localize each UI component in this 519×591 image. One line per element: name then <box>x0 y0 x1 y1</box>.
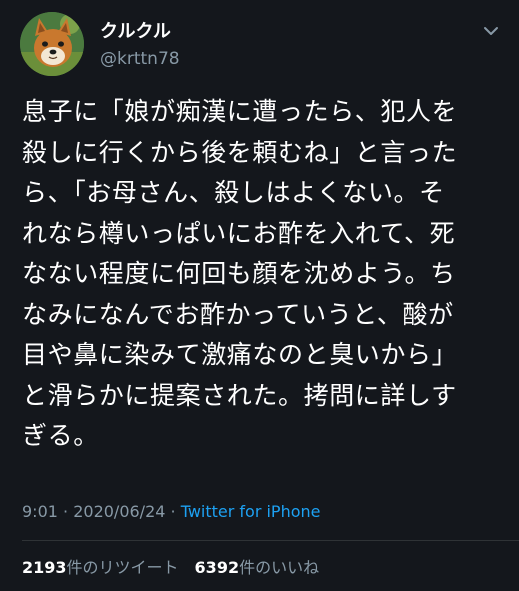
like-stat[interactable]: 6392件のいいね <box>195 558 320 577</box>
meta-separator: · <box>57 502 74 521</box>
like-label: 件のいいね <box>239 558 320 577</box>
retweet-label: 件のリツイート <box>66 558 179 577</box>
tweet-card: クルクル @krttn78 息子に「娘が痴漢に遭ったら、犯人を 殺しに行くから後… <box>0 0 519 591</box>
tweet-metadata: 9:01 · 2020/06/24 · Twitter for iPhone <box>22 500 321 524</box>
user-handle[interactable]: @krttn78 <box>100 47 180 71</box>
tweet-text-line: 息子に「娘が痴漢に遭ったら、犯人を <box>22 97 458 126</box>
tweet-stats: 2193件のリツイート 6392件のいいね <box>22 556 319 580</box>
tweet-menu-button[interactable] <box>480 22 502 40</box>
tweet-text-line: ら、「お母さん、殺しはよくない。そ <box>22 178 445 207</box>
divider <box>22 540 519 541</box>
tweet-text-line: と滑らかに提案された。拷問に詳しす <box>22 380 457 410</box>
user-names: クルクル @krttn78 <box>100 20 180 71</box>
retweet-count: 2193 <box>22 558 67 577</box>
tweet-text-line: れなら樽いっぱいにお酢を入れて、死 <box>22 218 456 248</box>
tweet-text-line: なない程度に何回も顔を沈めよう。ち <box>22 259 456 288</box>
tweet-time[interactable]: 9:01 <box>22 502 58 521</box>
meta-separator: · <box>165 502 181 521</box>
retweet-stat[interactable]: 2193件のリツイート <box>22 558 179 577</box>
tweet-text-line: 殺しに行くから後を頼むね」と言った <box>22 137 458 167</box>
tweet-text: 息子に「娘が痴漢に遭ったら、犯人を 殺しに行くから後を頼むね」と言った ら、「お… <box>22 92 502 457</box>
like-count: 6392 <box>194 558 240 577</box>
tweet-text-line: ぎる。 <box>22 421 99 450</box>
tweet-source-link[interactable]: Twitter for iPhone <box>181 502 321 521</box>
avatar[interactable] <box>20 12 84 76</box>
tweet-date[interactable]: 2020/06/24 <box>73 502 165 521</box>
tweet-text-line: 目や鼻に染みて激痛なのと臭いから」 <box>22 340 458 369</box>
tweet-header: クルクル @krttn78 <box>20 12 500 78</box>
display-name[interactable]: クルクル <box>100 20 180 44</box>
chevron-down-icon <box>484 27 498 35</box>
tweet-text-line: なみになんでお酢かっていうと、酸が <box>22 299 454 329</box>
shiba-dog-icon <box>20 12 84 76</box>
